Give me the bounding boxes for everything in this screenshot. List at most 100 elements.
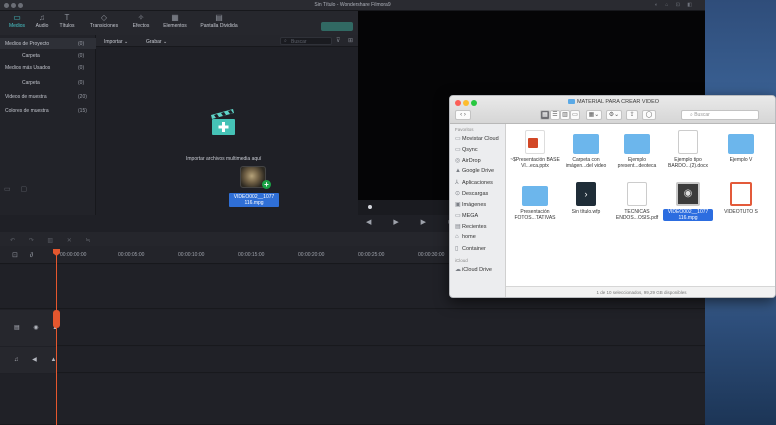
import-button[interactable]: Importar ⌄ — [104, 39, 128, 45]
sidebar-item-colores-muestra[interactable]: Colores de muestra (15) — [0, 105, 96, 116]
scrubber-handle[interactable] — [368, 205, 372, 209]
tab-pantalla-dividida[interactable]: ▤ Pantalla Dividida — [200, 13, 238, 33]
share-button[interactable]: ⇪ — [626, 110, 638, 120]
file-item[interactable]: ~$Presentación BASE VI...eca.pptx — [510, 130, 560, 169]
sidebar-item-label: Movistar Cloud — [462, 136, 499, 142]
ruler-tick: 00:00:20:00 — [298, 252, 325, 258]
sidebar-item-label: Videos de muestra — [5, 94, 47, 100]
folder-icon — [567, 99, 575, 104]
tab-titulos[interactable]: T Títulos — [52, 13, 82, 33]
sidebar-item-container[interactable]: ▯ Container — [455, 245, 486, 252]
timeline-add-track-icons[interactable]: ⊡ ∂ — [12, 251, 38, 259]
file-item[interactable]: VIDEOTUTO S — [716, 182, 766, 215]
ruler-tick: 00:00:30:00 — [418, 252, 445, 258]
file-item[interactable]: Carpeta con imágen...del video — [561, 130, 611, 169]
sidebar-item-qsync[interactable]: ▭Qsync — [455, 146, 478, 153]
player-controls[interactable]: ◀ ▶ ▶ ■ — [366, 218, 462, 226]
media-library: Importar ⌄ Grabar ⌄ ⌕ Buscar ⊽ ⊞ Importa… — [96, 35, 358, 215]
file-item[interactable]: TECNICAS ENDOS...OSIS.pdf — [612, 182, 662, 221]
sidebar-footer-icons[interactable]: ▭ ▢ — [4, 185, 31, 193]
sidebar-item-movistar-cloud[interactable]: ▭Movistar Cloud — [455, 135, 499, 142]
sidebar-item-airdrop[interactable]: ◎ AirDrop — [455, 157, 481, 164]
file-label: Sin título.wfp — [571, 209, 601, 215]
sidebar-item-icloud-drive[interactable]: ☁iCloud Drive — [455, 266, 492, 273]
title-bar: Sin Título - Wondershare Filmora9 ◐ ⌂ ⊡ … — [0, 0, 705, 11]
sidebar-item-count: (0) — [78, 65, 85, 71]
sidebar-item-label: Aplicaciones — [462, 180, 493, 186]
sidebar-item-videos-muestra[interactable]: Videos de muestra (20) — [0, 91, 96, 102]
media-search-input[interactable]: ⌕ Buscar — [280, 37, 332, 45]
video-file-icon: ◉ — [676, 182, 700, 206]
file-item-selected[interactable]: ◉ VIDEO002__1077 116.mpg — [663, 182, 713, 221]
clapperboard-icon[interactable] — [208, 107, 238, 137]
file-label: Carpeta con imágen...del video — [565, 157, 607, 169]
sidebar-item-label: MEGA — [462, 213, 479, 219]
file-item[interactable]: Presentación FOTOS...TATIVAS — [510, 182, 560, 221]
tab-label: Pantalla Dividida — [200, 23, 238, 29]
sidebar-item-carpeta-usados[interactable]: Carpeta (0) — [0, 77, 96, 88]
sidebar-item-label: Carpeta — [22, 53, 40, 59]
tags-button[interactable]: ◯ — [642, 110, 656, 120]
sidebar-item-count: (0) — [78, 41, 85, 47]
view-icons-button[interactable]: ▦ — [540, 110, 550, 120]
sidebar-item-recientes[interactable]: ▤Recientes — [455, 223, 486, 230]
tab-efectos[interactable]: ✧ Efectos — [126, 13, 156, 33]
export-button[interactable] — [321, 22, 353, 31]
file-item[interactable]: Ejemplo tipo BARDO...(2).docx — [663, 130, 713, 169]
ruler-tick: 00:00:10:00 — [178, 252, 205, 258]
pdf-icon — [627, 182, 647, 206]
tab-elementos[interactable]: ▦ Elementos — [160, 13, 190, 33]
tab-transiciones[interactable]: ◇ Transiciones — [84, 13, 124, 33]
finder-search-input[interactable]: ⌕ Buscar — [681, 110, 759, 120]
finder-search-placeholder: Buscar — [694, 112, 710, 118]
sidebar-item-medios-usados[interactable]: Medios más Usados (0) — [0, 62, 96, 73]
filter-icon[interactable]: ⊽ ⊞ — [336, 37, 356, 44]
app-title: Sin Título - Wondershare Filmora9 — [314, 2, 391, 8]
sidebar-item-count: (0) — [78, 53, 85, 59]
favorites-section-label: Favoritos — [455, 127, 474, 132]
view-columns-button[interactable]: ▥ — [560, 110, 570, 120]
record-button[interactable]: Grabar ⌄ — [146, 39, 167, 45]
view-gallery-button[interactable]: ▭ — [570, 110, 580, 120]
google-drive-icon: ▲ — [455, 168, 461, 174]
sidebar-item-mega[interactable]: ▭MEGA — [455, 212, 478, 219]
sidebar-item-label: iCloud Drive — [462, 267, 492, 273]
downloads-icon: ⊙ — [455, 191, 461, 197]
title-bar-icons[interactable]: ◐ ⌂ ⊡ ◧ — [655, 2, 695, 8]
audio-track[interactable]: ♫ ◀ ▲ — [0, 347, 705, 373]
back-forward-buttons[interactable]: ‹ › — [455, 110, 471, 120]
timeline-empty-area[interactable] — [0, 374, 705, 425]
file-label: Ejemplo present...deoteca — [617, 157, 657, 169]
timeline-tool-icons[interactable]: ↶ ↷ ▥ ✕ ≒ — [10, 237, 96, 244]
sidebar-item-label: AirDrop — [462, 158, 481, 164]
elements-icon: ▦ — [171, 13, 179, 22]
file-item[interactable]: Ejemplo present...deoteca — [612, 130, 662, 169]
sidebar-item-label: Colores de muestra — [5, 108, 49, 114]
sidebar-item-home[interactable]: ⌂ home — [455, 234, 476, 240]
group-button[interactable]: ▦⌄ — [586, 110, 602, 120]
dragged-file-label: VIDEO002__1077 116.mpg — [229, 193, 279, 207]
file-item[interactable]: Ejemplo V — [716, 130, 766, 163]
folder-icon — [522, 186, 548, 206]
video-file-icon — [730, 182, 752, 206]
playhead-knob[interactable] — [53, 310, 60, 328]
sidebar-item-aplicaciones[interactable]: ⅄ Aplicaciones — [455, 179, 493, 186]
effects-icon: ✧ — [137, 13, 145, 22]
file-label: TECNICAS ENDOS...OSIS.pdf — [615, 209, 659, 221]
file-label: ~$Presentación BASE VI...eca.pptx — [510, 157, 560, 169]
applications-icon: ⅄ — [455, 180, 459, 186]
media-toolbar: ▭ Medios ♫ Audio T Títulos ◇ Transicione… — [0, 11, 358, 35]
video-track[interactable]: ▤ ◉ ▲ — [0, 310, 705, 346]
sidebar-item-google-drive[interactable]: ▲Google Drive — [455, 168, 494, 174]
sidebar-item-descargas[interactable]: ⊙ Descargas — [455, 190, 488, 197]
sidebar-item-label: Medios más Usados — [5, 65, 51, 71]
sidebar-item-carpeta-proyecto[interactable]: Carpeta (0) — [0, 50, 96, 61]
file-item[interactable]: › Sin título.wfp — [561, 182, 611, 215]
view-list-button[interactable]: ☰ — [550, 110, 560, 120]
sidebar-item-medios-proyecto[interactable]: Medios de Proyecto (0) — [0, 38, 96, 49]
action-gear-button[interactable]: ⚙⌄ — [606, 110, 622, 120]
docx-icon — [678, 130, 698, 154]
sidebar-item-imagenes[interactable]: ▣Imágenes — [455, 201, 486, 208]
playhead-line[interactable] — [56, 250, 57, 425]
media-library-bar: Importar ⌄ Grabar ⌄ ⌕ Buscar ⊽ ⊞ — [96, 35, 358, 47]
